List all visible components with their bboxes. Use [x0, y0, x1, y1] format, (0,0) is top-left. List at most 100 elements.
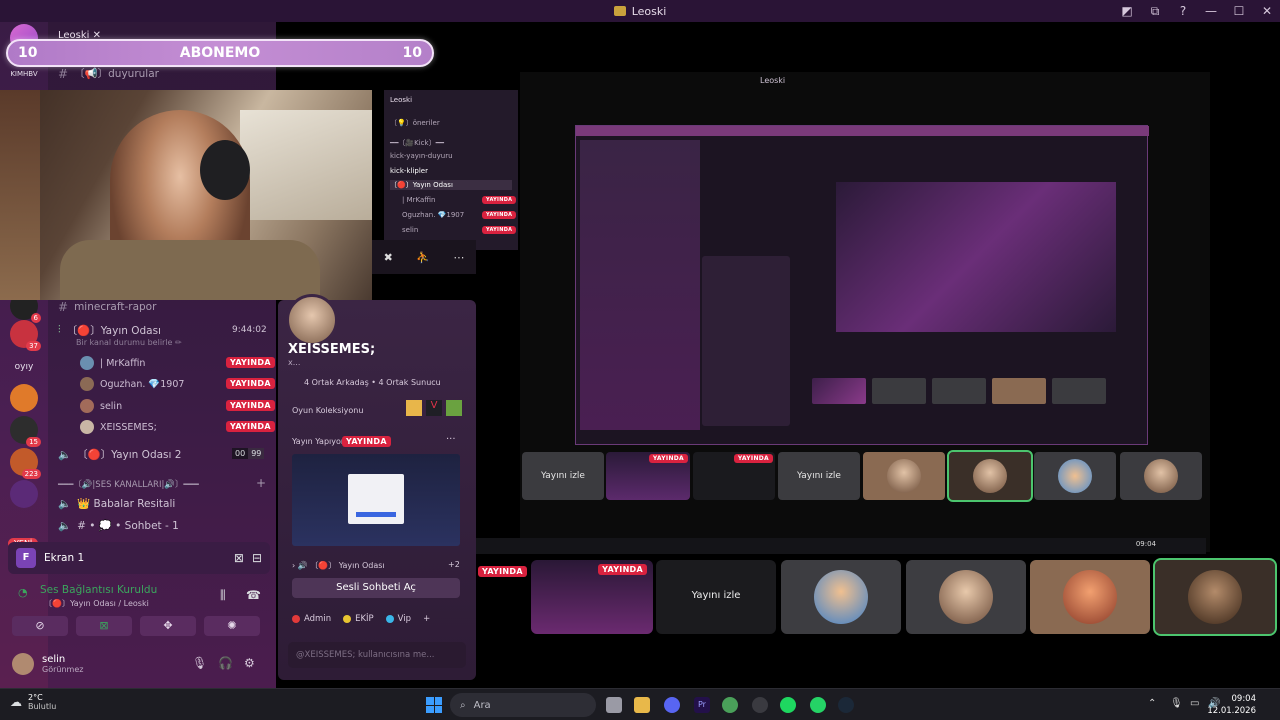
chrome-icon[interactable]: [722, 697, 738, 713]
user-tile[interactable]: [1120, 452, 1202, 500]
message-input[interactable]: @XEISSEMES; kullanıcısına me...: [288, 642, 466, 668]
speaker-icon: 🔈: [58, 520, 72, 532]
game-icon[interactable]: [406, 400, 422, 416]
mention-badge: 223: [21, 469, 41, 479]
maximize-button[interactable]: ☐: [1232, 4, 1246, 18]
tray-expand-icon[interactable]: ⌃: [1148, 698, 1156, 709]
premiere-icon[interactable]: Pr: [694, 697, 710, 713]
live-badge: YAYINDA: [226, 357, 275, 368]
server-icon-b[interactable]: 37: [10, 320, 41, 351]
voice-location[interactable]: 〔🔴〕Yayın Odası / Leoski: [44, 598, 149, 609]
streaming-label: Yayın Yapıyor: [292, 437, 345, 446]
explorer-icon[interactable]: [634, 697, 650, 713]
clock[interactable]: 09:04 12.01.2026: [1207, 693, 1256, 717]
user-name: selin: [42, 654, 66, 665]
headphones-icon[interactable]: 🎧: [218, 656, 233, 670]
nested-member: selin: [402, 226, 419, 234]
whatsapp-icon[interactable]: [810, 697, 826, 713]
help-icon[interactable]: ?: [1176, 4, 1190, 18]
user-tile[interactable]: [906, 560, 1026, 634]
microphone-icon[interactable]: 🎙: [1170, 698, 1183, 709]
server-icon-d[interactable]: 15: [10, 416, 41, 447]
channel-minecraft-rapor[interactable]: # minecraft-rapor: [58, 300, 156, 314]
channel-duyurular[interactable]: # 〔📢〕duyurular: [58, 66, 159, 81]
stream-tile[interactable]: YAYINDA: [693, 452, 775, 500]
category-ses-kanallari[interactable]: ━━━〔🔊|SES KANALLARI|🔊〕━━━: [58, 478, 199, 490]
stream-tile[interactable]: YAYINDA: [531, 560, 653, 634]
soundboard-button[interactable]: ✺: [204, 616, 260, 636]
stop-stream-icon[interactable]: ⊠: [234, 551, 244, 565]
close-button[interactable]: ✕: [1260, 4, 1274, 18]
user-limit: 00 99: [232, 448, 265, 459]
start-icon[interactable]: [426, 697, 442, 713]
voice-member[interactable]: | MrKaffin: [80, 356, 145, 370]
voice-channel-babalar[interactable]: 🔈 👑 Babalar Resitali: [58, 497, 175, 510]
profile-icon[interactable]: ⛹: [416, 251, 430, 264]
user-tile[interactable]: [863, 452, 945, 500]
stream-tile[interactable]: YAYINDA: [606, 452, 690, 500]
window-titlebar: Leoski ◩ ⧉ ? — ☐ ✕: [0, 0, 1280, 22]
microphone-icon[interactable]: 🎙: [192, 656, 207, 670]
inbox-icon[interactable]: ◩: [1120, 4, 1134, 18]
signal-icon[interactable]: ◔: [18, 586, 28, 599]
more-icon[interactable]: ···: [446, 434, 456, 445]
user-tile[interactable]: [947, 450, 1033, 502]
user-tile[interactable]: [1034, 452, 1116, 500]
share-screen-button[interactable]: ⊠: [76, 616, 132, 636]
open-voice-chat-button[interactable]: Sesli Sohbeti Aç: [292, 578, 460, 598]
camera-off-button[interactable]: ⊘: [12, 616, 68, 636]
temperature: 2°C: [28, 693, 43, 702]
weather-widget[interactable]: ☁ 2°C Bulutlu: [10, 693, 56, 711]
activities-button[interactable]: ✥: [140, 616, 196, 636]
add-role-icon[interactable]: +: [423, 614, 430, 624]
server-icon-c[interactable]: [10, 384, 38, 412]
disconnect-icon[interactable]: ☎: [246, 588, 261, 602]
search-input[interactable]: ⌕ Ara: [450, 693, 596, 717]
noise-icon[interactable]: ⫼: [220, 588, 226, 603]
stream-tile[interactable]: Yayını izle: [778, 452, 860, 500]
voice-member[interactable]: XEISSEMES;: [80, 420, 157, 434]
gear-icon[interactable]: ⚙: [244, 656, 255, 670]
stream-preview[interactable]: [292, 454, 460, 546]
minimize-button[interactable]: —: [1204, 4, 1218, 18]
user-tile[interactable]: [781, 560, 901, 634]
voice-member[interactable]: selin: [80, 399, 122, 413]
taskview-icon[interactable]: [606, 697, 622, 713]
discord-icon[interactable]: [664, 697, 680, 713]
add-channel-icon[interactable]: +: [256, 476, 266, 490]
popout-toolbar: ✖ ⛹ ⋯: [372, 240, 476, 274]
stream-label: Ekran 1: [44, 552, 85, 564]
server-icon-e[interactable]: 223: [10, 448, 41, 479]
user-tile[interactable]: [1153, 558, 1277, 636]
voice-status[interactable]: Ses Bağlantısı Kuruldu: [40, 584, 157, 596]
profile-mutuals[interactable]: 4 Ortak Arkadaş • 4 Ortak Sunucu: [304, 378, 441, 387]
speaker-icon: 🔈: [58, 449, 72, 461]
nested-channel: 〔🔴〕Yayın Odası: [390, 180, 512, 190]
goal-current: 10: [18, 45, 38, 61]
voice-member[interactable]: Oguzhan. 💎1907: [80, 377, 184, 391]
app-icon[interactable]: [752, 697, 768, 713]
voice-channel-sohbet[interactable]: 🔈 # • 💭 • Sohbet - 1: [58, 519, 179, 532]
speaker-icon: 🔈: [58, 498, 72, 510]
hash-icon: #: [58, 66, 69, 81]
minecraft-icon[interactable]: [446, 400, 462, 416]
network-icon[interactable]: ▭: [1190, 698, 1199, 709]
avatar[interactable]: [12, 653, 34, 675]
stream-tile[interactable]: Yayını izle: [522, 452, 604, 500]
voice-channel-yayin-odasi-2[interactable]: 🔈 〔🔴〕Yayın Odası 2: [58, 447, 181, 462]
valorant-icon[interactable]: V: [426, 400, 442, 416]
voice-channel-yayin-odasi[interactable]: ⫶ 〔🔴〕Yayın Odası: [58, 323, 161, 338]
screen-icon[interactable]: ⧉: [1148, 4, 1162, 19]
mute-icon[interactable]: ✖: [384, 251, 393, 264]
more-icon[interactable]: ⋯: [453, 251, 464, 264]
channel-status-hint[interactable]: Bir kanal durumu belirle ✏: [76, 338, 182, 347]
profile-channel-line[interactable]: › 🔊 〔🔴〕 Yayın Odası: [292, 560, 385, 571]
nested-discord-screen: [575, 125, 1149, 445]
server-icon-f[interactable]: [10, 480, 38, 508]
spotify-icon[interactable]: [780, 697, 796, 713]
stream-tile[interactable]: Yayını izle: [656, 560, 776, 634]
steam-icon[interactable]: [838, 697, 854, 713]
user-profile-popout: XEISSEMES; x... 4 Ortak Arkadaş • 4 Orta…: [278, 294, 476, 680]
user-tile[interactable]: [1030, 560, 1150, 634]
stream-settings-icon[interactable]: ⊟: [252, 551, 262, 565]
